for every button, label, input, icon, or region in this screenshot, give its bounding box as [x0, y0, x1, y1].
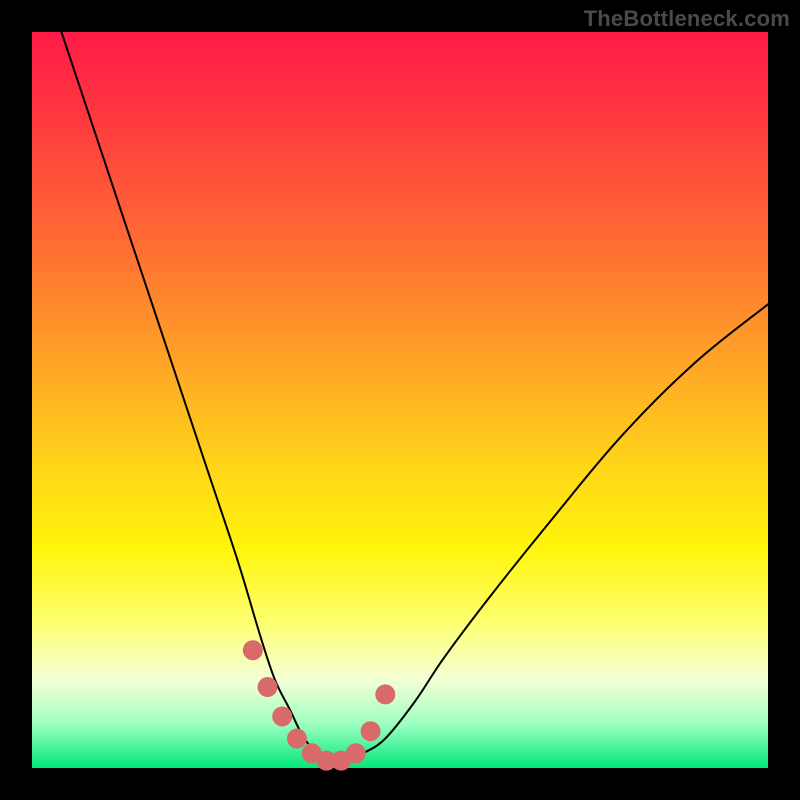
- watermark-text: TheBottleneck.com: [584, 6, 790, 32]
- highlight-markers: [243, 640, 395, 770]
- highlight-dot: [258, 677, 278, 697]
- chart-stage: TheBottleneck.com: [0, 0, 800, 800]
- highlight-dot: [287, 729, 307, 749]
- highlight-dot: [243, 640, 263, 660]
- chart-svg: [32, 32, 768, 768]
- highlight-dot: [375, 684, 395, 704]
- highlight-dot: [272, 706, 292, 726]
- highlight-dot: [361, 721, 381, 741]
- highlight-dot: [346, 743, 366, 763]
- plot-area: [32, 32, 768, 768]
- bottleneck-curve: [61, 32, 768, 762]
